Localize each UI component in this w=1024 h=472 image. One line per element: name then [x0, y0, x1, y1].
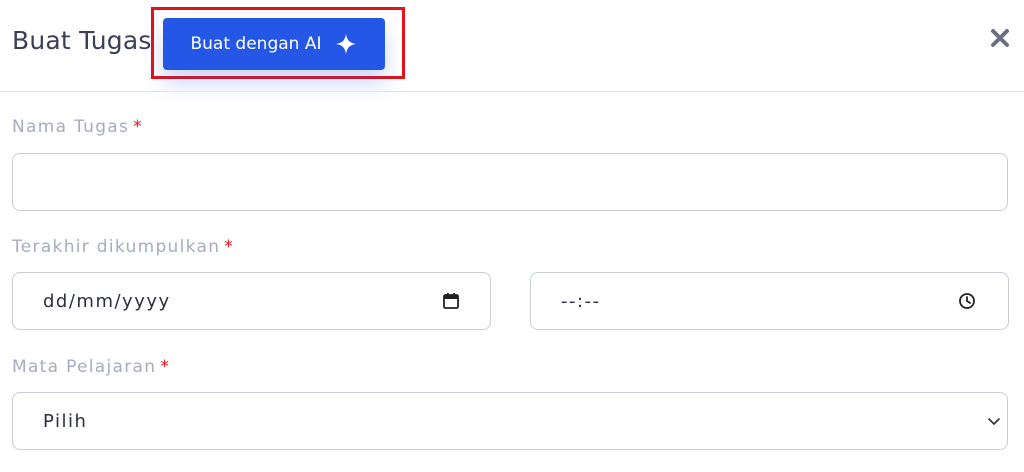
- required-mark: *: [224, 237, 235, 257]
- deadline-label-text: Terakhir dikumpulkan: [12, 237, 221, 257]
- modal-title: Buat Tugas: [12, 26, 152, 55]
- deadline-time-input[interactable]: --:--: [530, 272, 1009, 330]
- create-with-ai-button[interactable]: Buat dengan AI: [163, 18, 385, 70]
- task-name-label-text: Nama Tugas: [12, 117, 130, 137]
- subject-label: Mata Pelajaran *: [12, 357, 170, 377]
- ai-button-label: Buat dengan AI: [190, 34, 322, 54]
- deadline-label: Terakhir dikumpulkan *: [12, 237, 234, 257]
- deadline-date-input[interactable]: dd/mm/yyyy: [12, 272, 491, 330]
- required-mark: *: [160, 357, 171, 377]
- create-task-modal: Buat Tugas Buat dengan AI Nama Tugas * Te…: [0, 0, 1024, 472]
- clock-icon[interactable]: [958, 292, 976, 310]
- subject-select[interactable]: Pilih: [12, 392, 1008, 450]
- required-mark: *: [133, 117, 143, 137]
- task-name-label: Nama Tugas *: [12, 117, 143, 137]
- task-name-input[interactable]: [12, 153, 1008, 211]
- time-value: --:--: [561, 290, 601, 312]
- subject-label-text: Mata Pelajaran: [12, 357, 157, 377]
- calendar-icon[interactable]: [442, 292, 460, 310]
- chevron-down-icon: [985, 412, 1003, 430]
- subject-selected-value: Pilih: [43, 410, 88, 432]
- header-divider: [0, 91, 1024, 92]
- close-icon[interactable]: [988, 26, 1012, 50]
- sparkle-icon: [335, 33, 357, 55]
- date-value: dd/mm/yyyy: [43, 290, 171, 312]
